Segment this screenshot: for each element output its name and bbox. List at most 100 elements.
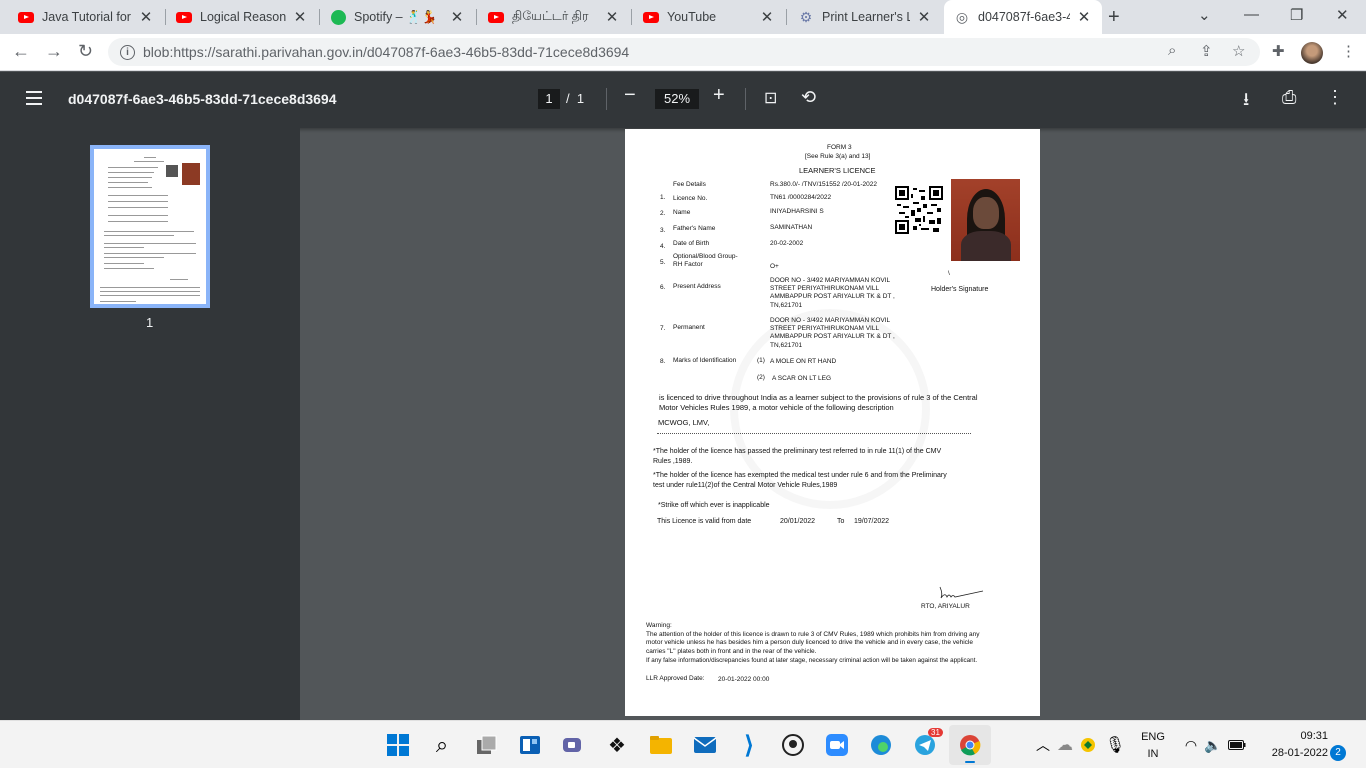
marks-label: Marks of Identification [673, 357, 737, 364]
teams-icon[interactable] [558, 730, 588, 760]
vscode-icon[interactable]: ⟩ [734, 730, 764, 760]
mark-1-number: (1) [757, 357, 765, 364]
preliminary-test-line: *The holder of the licence has passed th… [653, 448, 942, 455]
field-number: 3. [660, 227, 666, 234]
tab-java-tutorial[interactable]: Java Tutorial for B ✕ [8, 0, 164, 34]
tab-youtube[interactable]: YouTube ✕ [633, 0, 785, 34]
name-label: Name [673, 209, 691, 216]
close-icon[interactable]: ✕ [604, 8, 620, 26]
pdf-page: FORM 3 [See Rule 3(a) and 13] LEARNER'S … [625, 129, 1040, 716]
field-number: 7. [660, 325, 666, 332]
download-icon[interactable]: ⭳ [1243, 87, 1249, 117]
rotate-icon[interactable]: ⟲ [801, 87, 816, 108]
file-explorer-icon[interactable] [646, 730, 676, 760]
zoom-icon[interactable]: ⌕ [1168, 42, 1176, 59]
language-region[interactable]: IN [1137, 748, 1169, 760]
dob-value: 20-02-2002 [770, 240, 804, 247]
forward-button[interactable]: → [45, 41, 63, 62]
security-icon[interactable] [1073, 730, 1103, 760]
licence-no-label: Licence No. [673, 195, 708, 202]
zoom-app-icon[interactable] [822, 730, 852, 760]
close-icon[interactable]: ✕ [759, 8, 775, 26]
mark-2-value: A SCAR ON LT LEG [772, 375, 832, 382]
tab-search-icon[interactable]: ⌄ [1198, 6, 1211, 24]
url-text: blob:https://sarathi.parivahan.gov.in/d0… [143, 44, 630, 60]
share-icon[interactable]: ⇪ [1200, 42, 1213, 60]
gear-icon: ⚙ [799, 8, 813, 25]
dob-label: Date of Birth [673, 240, 710, 247]
minimize-button[interactable]: — [1244, 6, 1259, 23]
tab-pdf-active[interactable]: ◎ d047087f-6ae3-4 ✕ [944, 0, 1102, 34]
vehicle-classes: MCWOG, LMV, [658, 418, 710, 427]
github-desktop-icon[interactable] [778, 730, 808, 760]
medical-exempt-line: test under rule11(2)of the Central Motor… [653, 482, 838, 489]
tab-strip: Java Tutorial for B ✕ Logical Reasoning … [0, 0, 1366, 34]
medical-exempt-line: *The holder of the licence has exempted … [653, 472, 947, 479]
reload-button[interactable]: ↻ [78, 41, 93, 62]
fee-value: Rs.380.0/- /TNV/151552 /20-01-2022 [770, 181, 877, 188]
warning-line: The attention of the holder of this lice… [646, 631, 980, 638]
battery-icon[interactable] [1222, 730, 1252, 760]
blood-group-value: O+ [770, 263, 779, 270]
close-icon[interactable]: ✕ [292, 8, 308, 26]
info-icon[interactable]: i [120, 44, 135, 60]
telegram-icon[interactable]: 31 [910, 728, 943, 760]
zoom-level-input[interactable]: 52% [655, 89, 699, 109]
notification-badge[interactable]: 2 [1330, 745, 1346, 761]
tab-print-learners[interactable]: ⚙ Print Learner's Lic ✕ [788, 0, 942, 34]
mail-icon[interactable] [690, 730, 720, 760]
extensions-icon[interactable]: ✚ [1272, 42, 1285, 60]
more-options-icon[interactable]: ⋮ [1326, 87, 1344, 108]
bookmark-star-icon[interactable]: ☆ [1232, 42, 1245, 60]
tab-spotify[interactable]: Spotify – 🕺💃 ✕ [320, 0, 475, 34]
valid-to-label: To [837, 518, 845, 525]
close-icon[interactable]: ✕ [1076, 8, 1092, 26]
father-name-label: Father's Name [673, 225, 716, 232]
menu-dots-icon[interactable]: ⋮ [1341, 42, 1356, 60]
search-icon[interactable]: ⌕ [427, 730, 457, 760]
field-number: 1. [660, 194, 666, 201]
widgets-icon[interactable] [515, 730, 545, 760]
page-number-input[interactable]: 1 [538, 89, 560, 109]
approved-date-value: 20-01-2022 00:00 [718, 676, 770, 683]
back-button[interactable]: ← [12, 41, 30, 62]
close-icon[interactable]: ✕ [916, 8, 932, 26]
tab-theatre[interactable]: தியேட்டர் திர ✕ [478, 0, 630, 34]
chrome-icon[interactable] [949, 725, 991, 765]
new-tab-button[interactable]: + [1108, 6, 1120, 29]
youtube-icon [643, 9, 659, 25]
father-name-value: SAMINATHAN [770, 224, 813, 231]
profile-avatar[interactable] [1301, 42, 1323, 64]
task-view-icon[interactable] [472, 730, 502, 760]
language-code[interactable]: ENG [1137, 731, 1169, 743]
tab-label: YouTube [667, 10, 717, 24]
fit-page-icon[interactable]: ⊡ [764, 88, 777, 108]
clock-time[interactable]: 09:31 [1258, 730, 1328, 742]
clock-date[interactable]: 28-01-2022 [1258, 747, 1328, 759]
menu-icon[interactable] [26, 91, 42, 105]
print-icon[interactable]: ⎙ [1282, 87, 1296, 108]
licence-paragraph-line: Motor Vehicles Rules 1989, a motor vehic… [659, 403, 894, 412]
page-count: / 1 [566, 91, 584, 106]
edge-icon[interactable] [866, 730, 896, 760]
field-number: 5. [660, 259, 666, 266]
zoom-in-button[interactable]: + [713, 84, 725, 107]
present-address-line: TN,621701 [770, 302, 803, 309]
close-icon[interactable]: ✕ [138, 8, 154, 26]
start-icon[interactable] [383, 730, 413, 760]
microphone-icon[interactable]: 🎙 [1100, 730, 1130, 760]
name-value: INIYADHARSINI S [770, 208, 824, 215]
page-thumbnail[interactable] [90, 145, 210, 308]
close-window-button[interactable]: ✕ [1336, 6, 1349, 24]
close-icon[interactable]: ✕ [449, 8, 465, 26]
warning-line: motor vehicle unless he has besides him … [646, 639, 973, 646]
zoom-out-button[interactable]: − [624, 84, 636, 107]
tab-logical-reasoning[interactable]: Logical Reasoning ✕ [166, 0, 318, 34]
present-address-line: DOOR NO - 3/492 MARIYAMMAN KOVIL [770, 277, 891, 284]
document-heading: LEARNER'S LICENCE [799, 166, 876, 175]
dropbox-icon[interactable]: ❖ [602, 730, 632, 760]
maximize-button[interactable]: ❐ [1290, 6, 1303, 24]
address-bar[interactable]: i blob:https://sarathi.parivahan.gov.in/… [108, 38, 1260, 66]
field-number: 4. [660, 243, 666, 250]
valid-to-date: 19/07/2022 [854, 518, 890, 525]
